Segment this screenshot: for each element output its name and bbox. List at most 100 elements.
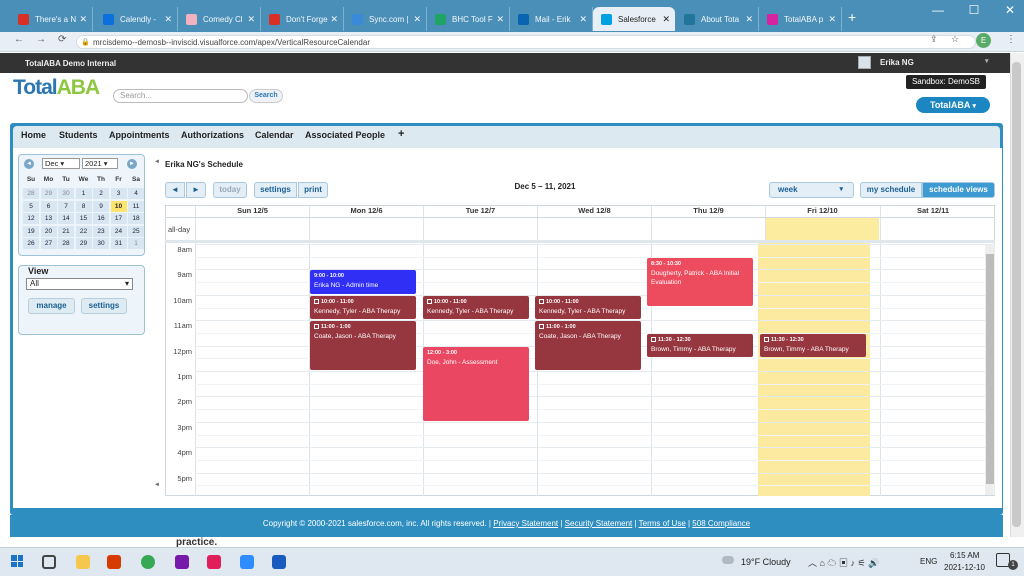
- user-menu-chevron-icon[interactable]: ▾: [985, 57, 989, 65]
- nav-item[interactable]: Home: [21, 130, 46, 140]
- browser-tab[interactable]: There's a N ✕: [10, 7, 93, 31]
- collapse-sidebar-icon[interactable]: ◄: [154, 159, 160, 165]
- tab-close-icon[interactable]: ✕: [745, 14, 753, 25]
- mini-calendar-day[interactable]: 28: [58, 238, 74, 249]
- browser-menu-icon[interactable]: ⋮: [1006, 34, 1016, 45]
- mini-calendar-day[interactable]: 19: [23, 225, 39, 237]
- nav-item[interactable]: Calendar: [255, 130, 294, 140]
- today-button[interactable]: today: [213, 182, 247, 198]
- grid-scrollbar-thumb[interactable]: [986, 254, 994, 484]
- mini-calendar-day[interactable]: 8: [75, 200, 92, 212]
- reload-icon[interactable]: ⟳: [58, 34, 66, 45]
- schedule-views-button[interactable]: schedule views: [922, 182, 995, 198]
- bookmark-star-icon[interactable]: ☆: [951, 34, 959, 45]
- footer-link[interactable]: Privacy Statement: [493, 519, 558, 528]
- mini-calendar-day[interactable]: 29: [75, 238, 92, 249]
- view-range-select[interactable]: week ▾: [769, 182, 854, 198]
- mini-calendar-day[interactable]: 28: [23, 188, 39, 199]
- tab-close-icon[interactable]: ✕: [496, 14, 504, 25]
- nav-item[interactable]: Associated People: [305, 130, 385, 140]
- browser-tab[interactable]: Calendly - ✕: [95, 7, 178, 31]
- calendar-event[interactable]: 10:00 - 11:00 Kennedy, Tyler - ABA Therap…: [310, 295, 416, 320]
- windows-start-icon[interactable]: [11, 555, 23, 567]
- browser-tab[interactable]: Don't Forge ✕: [261, 7, 344, 31]
- footer-link[interactable]: 508 Compliance: [692, 519, 750, 528]
- prev-week-button[interactable]: ◄: [165, 182, 185, 198]
- day-header[interactable]: Sun 12/5: [195, 206, 309, 217]
- search-button[interactable]: Search: [249, 89, 283, 103]
- month-select[interactable]: Dec ▾: [42, 158, 80, 169]
- tab-close-icon[interactable]: ✕: [828, 14, 836, 25]
- mini-calendar-day[interactable]: 10: [110, 200, 127, 212]
- print-button[interactable]: print: [298, 182, 328, 198]
- view-select[interactable]: All ▾: [26, 278, 133, 290]
- mini-calendar-day[interactable]: 1: [128, 238, 144, 249]
- mini-calendar-day[interactable]: 12: [23, 213, 39, 224]
- mini-calendar-day[interactable]: 11: [128, 200, 144, 212]
- year-select[interactable]: 2021 ▾: [82, 158, 118, 169]
- new-tab-button[interactable]: +: [848, 9, 856, 25]
- mini-calendar-day[interactable]: 6: [40, 200, 57, 212]
- browser-tab[interactable]: About Tota ✕: [676, 7, 759, 31]
- task-view-icon[interactable]: [42, 555, 56, 569]
- mini-calendar-day[interactable]: 29: [40, 188, 57, 199]
- mini-calendar-day[interactable]: 22: [75, 225, 92, 237]
- mini-calendar-day[interactable]: 17: [110, 213, 127, 224]
- zoom-icon[interactable]: [240, 555, 254, 569]
- mini-calendar-day[interactable]: 2: [93, 188, 109, 199]
- mini-calendar-day[interactable]: 24: [110, 225, 127, 237]
- search-input[interactable]: Search...: [113, 89, 248, 103]
- calendar-event[interactable]: 11:30 - 12:30 Brown, Timmy - ABA Therapy: [647, 333, 753, 358]
- next-month-icon[interactable]: ►: [127, 159, 137, 169]
- day-header[interactable]: Fri 12/10: [765, 206, 879, 217]
- app-menu-button[interactable]: TotalABA ▾: [916, 97, 990, 113]
- profile-avatar[interactable]: E: [976, 33, 991, 48]
- day-header[interactable]: Thu 12/9: [651, 206, 765, 217]
- mini-calendar-day[interactable]: 18: [128, 213, 144, 224]
- footer-link[interactable]: Security Statement: [565, 519, 633, 528]
- manage-button[interactable]: manage: [28, 298, 75, 314]
- mini-calendar-day[interactable]: 27: [40, 238, 57, 249]
- office-icon[interactable]: [107, 555, 121, 569]
- mini-calendar-day[interactable]: 7: [58, 200, 74, 212]
- calendar-event[interactable]: 9:00 - 10:00 Erika NG - Admin time: [310, 270, 416, 294]
- mini-calendar-day[interactable]: 15: [75, 213, 92, 224]
- my-schedule-button[interactable]: my schedule: [860, 182, 922, 198]
- onenote-icon[interactable]: [175, 555, 189, 569]
- maximize-icon[interactable]: ☐: [956, 3, 992, 17]
- mini-calendar-day[interactable]: 1: [75, 188, 92, 199]
- slack-icon[interactable]: [207, 555, 221, 569]
- mini-calendar-day[interactable]: 26: [23, 238, 39, 249]
- minimize-icon[interactable]: —: [920, 3, 956, 17]
- calendar-event[interactable]: 10:00 - 11:00 Kennedy, Tyler - ABA Therap…: [423, 295, 529, 320]
- mini-calendar-day[interactable]: 25: [128, 225, 144, 237]
- mini-calendar-day[interactable]: 31: [110, 238, 127, 249]
- nav-item[interactable]: Authorizations: [181, 130, 244, 140]
- tab-close-icon[interactable]: ✕: [79, 14, 87, 25]
- day-header[interactable]: Wed 12/8: [537, 206, 651, 217]
- view-settings-button[interactable]: settings: [81, 298, 127, 314]
- close-window-icon[interactable]: ✕: [992, 3, 1024, 17]
- url-field[interactable]: 🔒 mrcisdemo--demosb--inviscid.visualforc…: [76, 35, 976, 49]
- browser-tab[interactable]: Mail - Erik ✕: [510, 7, 593, 31]
- share-icon[interactable]: ⇪: [930, 34, 938, 45]
- mini-calendar-day[interactable]: 21: [58, 225, 74, 237]
- weather[interactable]: 19°F Cloudy: [741, 557, 791, 567]
- chrome-icon[interactable]: [141, 555, 155, 569]
- tab-close-icon[interactable]: ✕: [413, 14, 421, 25]
- day-header[interactable]: Mon 12/6: [309, 206, 423, 217]
- clock-time[interactable]: 6:15 AM: [950, 551, 979, 560]
- totalaba-logo[interactable]: TotalABA: [13, 76, 100, 100]
- file-explorer-icon[interactable]: [76, 555, 90, 569]
- user-menu[interactable]: Erika NG: [880, 58, 914, 67]
- system-tray-icons[interactable]: ︿ ⌂ ☁ ▣ ♪ ⚟ 🔊: [808, 556, 879, 569]
- browser-tab[interactable]: Sync.com | ✕: [344, 7, 427, 31]
- collapse-sidebar-bottom-icon[interactable]: ◄: [154, 482, 160, 488]
- mini-calendar-day[interactable]: 30: [93, 238, 109, 249]
- prev-month-icon[interactable]: ◄: [24, 159, 34, 169]
- next-week-button[interactable]: ►: [186, 182, 206, 198]
- nav-item[interactable]: +: [398, 128, 404, 140]
- tab-close-icon[interactable]: ✕: [330, 14, 338, 25]
- mini-calendar-day[interactable]: 20: [40, 225, 57, 237]
- day-header[interactable]: Sat 12/11: [880, 206, 985, 217]
